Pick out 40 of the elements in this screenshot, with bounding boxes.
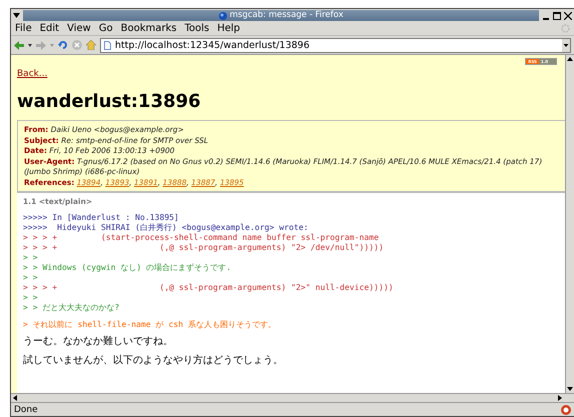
menu-item[interactable]: File <box>15 23 32 34</box>
menu-item[interactable]: View <box>67 23 91 34</box>
status-text: Done <box>14 404 39 414</box>
dropdown-icon[interactable] <box>562 38 570 52</box>
message-line: > > <box>23 272 39 282</box>
maximize-icon[interactable] <box>553 12 561 20</box>
page-heading: wanderlust:13896 <box>17 91 202 112</box>
throbber-icon <box>561 24 570 33</box>
horizontal-scrollbar[interactable] <box>11 393 574 402</box>
scroll-up-icon[interactable] <box>566 55 574 63</box>
caret-icon[interactable] <box>13 13 20 18</box>
close-icon[interactable] <box>564 12 572 20</box>
message-line: >>>>> Hideyuki SHIRAI (白井秀行) <bogus@example.org> wrote: <box>23 222 310 232</box>
menu-item[interactable]: Help <box>217 23 240 34</box>
message-line: > それ以前に shell-file-name が csh 系な人も困りそうです。 <box>23 319 277 329</box>
vertical-scrollbar[interactable] <box>565 55 574 393</box>
message-line: 試していませんが、以下のようなやり方はどうでしょう。 <box>23 355 284 367</box>
menu-item[interactable]: Bookmarks <box>120 23 177 34</box>
message-line: >>>>> In [Wanderlust : No.13895] <box>23 212 180 222</box>
message-line: > > > + (,@ ssl-program-arguments) "2> /dev/null"))))) <box>23 242 385 252</box>
caret-icon[interactable] <box>28 44 32 46</box>
menu-item[interactable]: Edit <box>40 23 60 34</box>
message-line: > > Windows (cygwin なし) の場合にまずそうです. <box>23 262 232 272</box>
globe-icon <box>218 12 227 20</box>
message-line: うーむ。なかなか難しいですね。 <box>23 336 174 348</box>
menu-item[interactable]: Go <box>98 23 113 34</box>
message-line: > > <box>23 292 39 302</box>
back-link[interactable]: Back... <box>17 69 48 79</box>
address-field[interactable]: http://localhost:12345/wanderlust/13896 <box>100 38 571 52</box>
page-icon <box>104 40 111 50</box>
url-input[interactable]: http://localhost:12345/wanderlust/13896 <box>115 40 558 50</box>
back-arrow-icon[interactable] <box>14 40 24 50</box>
window-title: msgcab: message - Firefox <box>230 11 344 20</box>
message-line: > > だと大大夫なのかな? <box>23 302 120 312</box>
message-line: > > <box>23 252 39 262</box>
reload-icon[interactable] <box>58 40 68 50</box>
menu-item[interactable]: Tools <box>184 23 210 34</box>
message-line: > > > + (start-process-shell-command name buffer ssl-program-name <box>23 232 380 242</box>
message-line: > > > + (,@ ssl-program-arguments) "2>" null-device))))) <box>23 282 394 292</box>
scroll-down-icon[interactable] <box>566 385 574 393</box>
